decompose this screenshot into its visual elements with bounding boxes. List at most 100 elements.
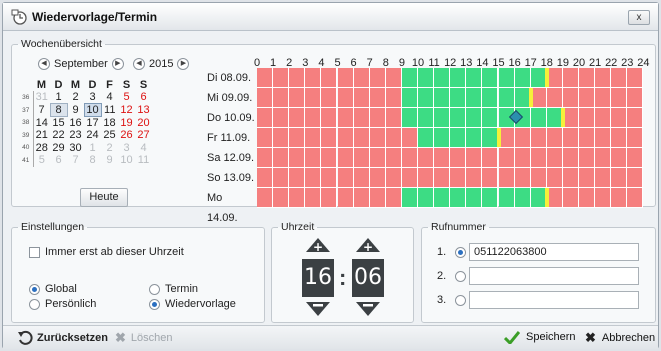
calendar-day[interactable]: 4: [135, 142, 152, 155]
calendar-day[interactable]: 9: [101, 154, 118, 167]
schedule-slot[interactable]: [579, 88, 596, 108]
schedule-slot[interactable]: [305, 148, 322, 168]
schedule-slot[interactable]: [401, 108, 418, 128]
schedule-slot[interactable]: [579, 168, 596, 188]
schedule-slot[interactable]: [321, 128, 338, 148]
calendar-day[interactable]: 9: [67, 104, 84, 117]
schedule-slot[interactable]: [611, 168, 628, 188]
next-month-icon[interactable]: ▶: [111, 58, 124, 70]
hour-display[interactable]: 16: [302, 259, 334, 297]
schedule-slot[interactable]: [434, 88, 451, 108]
schedule-slot[interactable]: [450, 68, 467, 88]
schedule-slot[interactable]: [627, 168, 644, 188]
schedule-slot[interactable]: [418, 128, 435, 148]
calendar-day[interactable]: 3: [118, 142, 135, 155]
phone-field-3[interactable]: [469, 291, 639, 309]
schedule-slot[interactable]: [627, 108, 644, 128]
radio-wiedervorlage[interactable]: [149, 299, 160, 310]
calendar-day[interactable]: 23: [67, 129, 84, 142]
schedule-slot[interactable]: [546, 128, 563, 148]
calendar-day[interactable]: 8: [84, 154, 101, 167]
schedule-slot[interactable]: [611, 88, 628, 108]
schedule-slot[interactable]: [514, 148, 531, 168]
schedule-slot[interactable]: [450, 88, 467, 108]
calendar-day[interactable]: 28: [33, 142, 50, 155]
schedule-slot[interactable]: [337, 148, 354, 168]
schedule-slot[interactable]: [273, 88, 290, 108]
calendar-day[interactable]: 18: [101, 117, 118, 130]
schedule-slot[interactable]: [321, 88, 338, 108]
schedule-slot[interactable]: [305, 128, 322, 148]
schedule-slot[interactable]: [289, 128, 306, 148]
schedule-slot[interactable]: [305, 88, 322, 108]
schedule-grid[interactable]: [257, 68, 644, 208]
schedule-slot[interactable]: [418, 68, 435, 88]
calendar-day[interactable]: 7: [33, 104, 50, 117]
schedule-slot[interactable]: [611, 68, 628, 88]
schedule-slot[interactable]: [369, 128, 386, 148]
schedule-slot[interactable]: [289, 108, 306, 128]
schedule-slot[interactable]: [595, 128, 612, 148]
schedule-slot[interactable]: [321, 168, 338, 188]
calendar-day[interactable]: 5: [118, 91, 135, 104]
phone-row-2-radio[interactable]: [455, 271, 466, 282]
schedule-slot[interactable]: [562, 88, 579, 108]
schedule-slot[interactable]: [257, 108, 274, 128]
calendar-day[interactable]: 10: [83, 103, 102, 117]
calendar-day[interactable]: 3: [84, 91, 101, 104]
schedule-slot[interactable]: [418, 108, 435, 128]
schedule-slot[interactable]: [482, 68, 499, 88]
schedule-slot[interactable]: [385, 188, 402, 208]
schedule-slot[interactable]: [579, 188, 596, 208]
calendar-day[interactable]: 2: [67, 91, 84, 104]
schedule-slot[interactable]: [353, 88, 370, 108]
schedule-slot[interactable]: [546, 88, 563, 108]
schedule-slot[interactable]: [611, 188, 628, 208]
schedule-slot[interactable]: [385, 108, 402, 128]
schedule-slot[interactable]: [627, 188, 644, 208]
schedule-slot[interactable]: [337, 128, 354, 148]
phone-row-1-radio[interactable]: [455, 247, 466, 258]
calendar-day[interactable]: 26: [118, 129, 135, 142]
schedule-slot[interactable]: [530, 128, 547, 148]
schedule-slot[interactable]: [434, 68, 451, 88]
schedule-slot[interactable]: [401, 168, 418, 188]
schedule-slot[interactable]: [627, 128, 644, 148]
calendar-day[interactable]: 2: [101, 142, 118, 155]
calendar-day[interactable]: 6: [50, 154, 67, 167]
calendar-day[interactable]: 24: [84, 129, 101, 142]
schedule-slot[interactable]: [530, 168, 547, 188]
schedule-slot[interactable]: [257, 128, 274, 148]
schedule-slot[interactable]: [466, 148, 483, 168]
schedule-slot[interactable]: [418, 168, 435, 188]
schedule-slot[interactable]: [337, 188, 354, 208]
today-button[interactable]: Heute: [80, 188, 128, 207]
schedule-slot[interactable]: [627, 68, 644, 88]
calendar-day[interactable]: 31: [33, 91, 50, 104]
schedule-slot[interactable]: [466, 108, 483, 128]
schedule-slot[interactable]: [546, 168, 563, 188]
schedule-slot[interactable]: [562, 148, 579, 168]
schedule-slot[interactable]: [595, 148, 612, 168]
schedule-slot[interactable]: [546, 188, 563, 208]
schedule-slot[interactable]: [579, 68, 596, 88]
schedule-slot[interactable]: [611, 148, 628, 168]
calendar-day[interactable]: 27: [135, 129, 152, 142]
schedule-slot[interactable]: [385, 68, 402, 88]
reset-button[interactable]: Zurücksetzen: [17, 330, 108, 346]
schedule-slot[interactable]: [305, 108, 322, 128]
calendar-day[interactable]: 20: [135, 117, 152, 130]
schedule-slot[interactable]: [369, 148, 386, 168]
schedule-slot[interactable]: [579, 148, 596, 168]
phone-field-2[interactable]: [469, 267, 639, 285]
schedule-slot[interactable]: [482, 148, 499, 168]
calendar-day[interactable]: 12: [118, 104, 135, 117]
schedule-slot[interactable]: [595, 168, 612, 188]
schedule-slot[interactable]: [579, 128, 596, 148]
schedule-slot[interactable]: [482, 168, 499, 188]
schedule-slot[interactable]: [595, 68, 612, 88]
calendar-day[interactable]: 14: [33, 117, 50, 130]
schedule-slot[interactable]: [498, 128, 515, 148]
schedule-slot[interactable]: [273, 68, 290, 88]
calendar-day[interactable]: 7: [67, 154, 84, 167]
